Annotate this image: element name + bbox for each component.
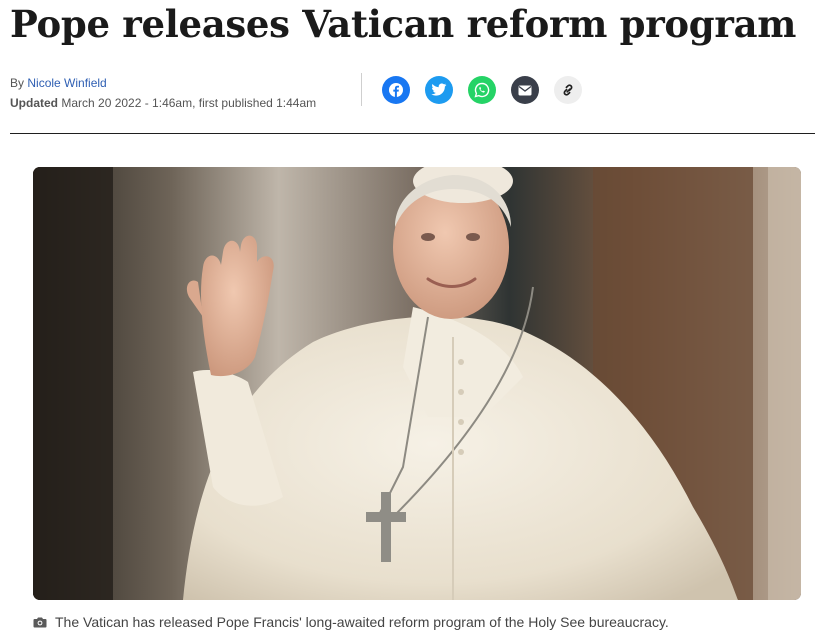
share-twitter-button[interactable] [425, 76, 453, 104]
share-bar [382, 76, 582, 104]
share-email-button[interactable] [511, 76, 539, 104]
article-meta: By Nicole Winfield Updated March 20 2022… [10, 73, 316, 113]
copy-link-button[interactable] [554, 76, 582, 104]
timestamp: Updated March 20 2022 - 1:46am, first pu… [10, 93, 316, 113]
byline-prefix: By [10, 76, 25, 90]
meta-divider [361, 73, 362, 106]
byline: By Nicole Winfield [10, 73, 316, 93]
twitter-icon [431, 83, 447, 96]
share-facebook-button[interactable] [382, 76, 410, 104]
facebook-icon [389, 83, 403, 97]
author-link[interactable]: Nicole Winfield [27, 76, 106, 90]
share-whatsapp-button[interactable] [468, 76, 496, 104]
photo-caption: The Vatican has released Pope Francis' l… [33, 612, 669, 632]
camera-icon [33, 617, 47, 628]
link-icon [563, 84, 573, 96]
email-icon [518, 85, 532, 95]
article-headline: Pope releases Vatican reform program [10, 2, 797, 46]
article-photo [33, 167, 801, 600]
pope-waving-photo [33, 167, 801, 600]
updated-text: March 20 2022 - 1:46am, first published … [61, 96, 317, 110]
header-rule [10, 133, 815, 134]
caption-text: The Vatican has released Pope Francis' l… [55, 614, 669, 630]
whatsapp-icon [474, 82, 490, 98]
updated-label: Updated [10, 96, 58, 110]
